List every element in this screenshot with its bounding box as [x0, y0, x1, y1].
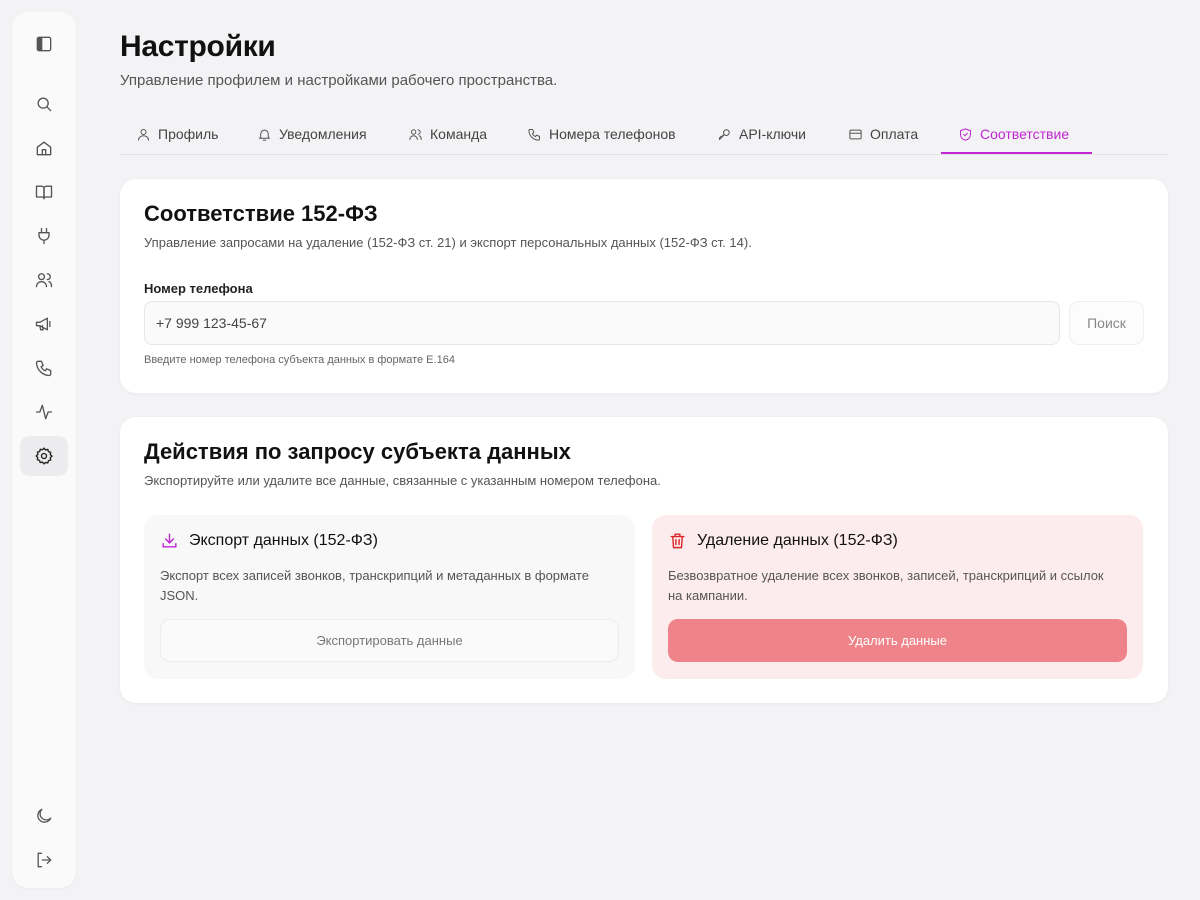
page-title: Настройки [120, 30, 276, 63]
users-icon [409, 128, 422, 140]
delete-description: Безвозвратное удаление всех звонков, зап… [668, 568, 1104, 603]
users-icon[interactable] [20, 260, 68, 300]
home-icon[interactable] [20, 128, 68, 168]
plug-icon[interactable] [20, 216, 68, 256]
compliance-card: Соответствие 152-ФЗ Управление запросами… [120, 179, 1168, 393]
gear-icon[interactable] [20, 436, 68, 476]
active-tab-indicator [941, 152, 1092, 154]
tab-label: Соответствие [980, 126, 1070, 142]
actions-description: Экспортируйте или удалите все данные, св… [144, 473, 661, 488]
phone-icon [528, 128, 540, 141]
tab-label: Оплата [870, 126, 919, 142]
settings-tabs: Профиль Уведомления Команда Номера телеф… [120, 114, 1168, 155]
tab-label: Профиль [158, 126, 219, 142]
export-panel: Экспорт данных (152-ФЗ) Экспорт всех зап… [144, 515, 635, 679]
delete-title: Удаление данных (152-ФЗ) [697, 531, 898, 549]
phone-input[interactable]: +7 999 123-45-67 [144, 301, 1060, 345]
compliance-description: Управление запросами на удаление (152-ФЗ… [144, 235, 752, 250]
logout-icon[interactable] [20, 840, 68, 880]
bell-icon [259, 129, 270, 141]
export-title: Экспорт данных (152-ФЗ) [189, 531, 378, 549]
search-button[interactable]: Поиск [1069, 301, 1144, 345]
phone-field-label: Номер телефона [144, 281, 253, 296]
tab-label: Команда [430, 126, 488, 142]
tab-profile[interactable]: Профиль [136, 114, 218, 154]
key-icon [719, 128, 730, 140]
delete-data-button[interactable]: Удалить данные [668, 619, 1127, 662]
page-subtitle: Управление профилем и настройками рабоче… [120, 72, 558, 89]
compliance-title: Соответствие 152-ФЗ [144, 201, 378, 226]
credit-card-icon [849, 129, 862, 139]
tab-label: Уведомления [279, 126, 367, 142]
delete-panel: Удаление данных (152-ФЗ) Безвозвратное у… [652, 515, 1143, 679]
export-data-button[interactable]: Экспортировать данные [160, 619, 619, 662]
phone-hint: Введите номер телефона субъекта данных в… [144, 354, 455, 366]
moon-icon[interactable] [20, 796, 68, 836]
shield-icon [960, 127, 971, 141]
tab-label: API-ключи [739, 126, 806, 142]
tab-phone-numbers[interactable]: Номера телефонов [527, 114, 676, 154]
tab-api-keys[interactable]: API-ключи [717, 114, 806, 154]
page-header: Настройки Управление профилем и настройк… [120, 30, 557, 89]
tab-billing[interactable]: Оплата [848, 114, 918, 154]
tab-notifications[interactable]: Уведомления [257, 114, 367, 154]
trash-icon [670, 533, 685, 549]
sidebar-toggle-icon[interactable] [20, 24, 68, 64]
sidebar [12, 12, 76, 888]
actions-title: Действия по запросу субъекта данных [144, 439, 571, 464]
export-description: Экспорт всех записей звонков, транскрипц… [160, 568, 589, 603]
data-subject-actions-card: Действия по запросу субъекта данных Эксп… [120, 417, 1168, 703]
book-icon[interactable] [20, 172, 68, 212]
tab-label: Номера телефонов [549, 126, 676, 142]
search-icon[interactable] [20, 84, 68, 124]
tab-compliance[interactable]: Соответствие [958, 114, 1069, 154]
tab-team[interactable]: Команда [408, 114, 487, 154]
activity-icon[interactable] [20, 392, 68, 432]
user-icon [138, 128, 149, 141]
megaphone-icon[interactable] [20, 304, 68, 344]
phone-icon[interactable] [20, 348, 68, 388]
download-icon [162, 533, 177, 548]
